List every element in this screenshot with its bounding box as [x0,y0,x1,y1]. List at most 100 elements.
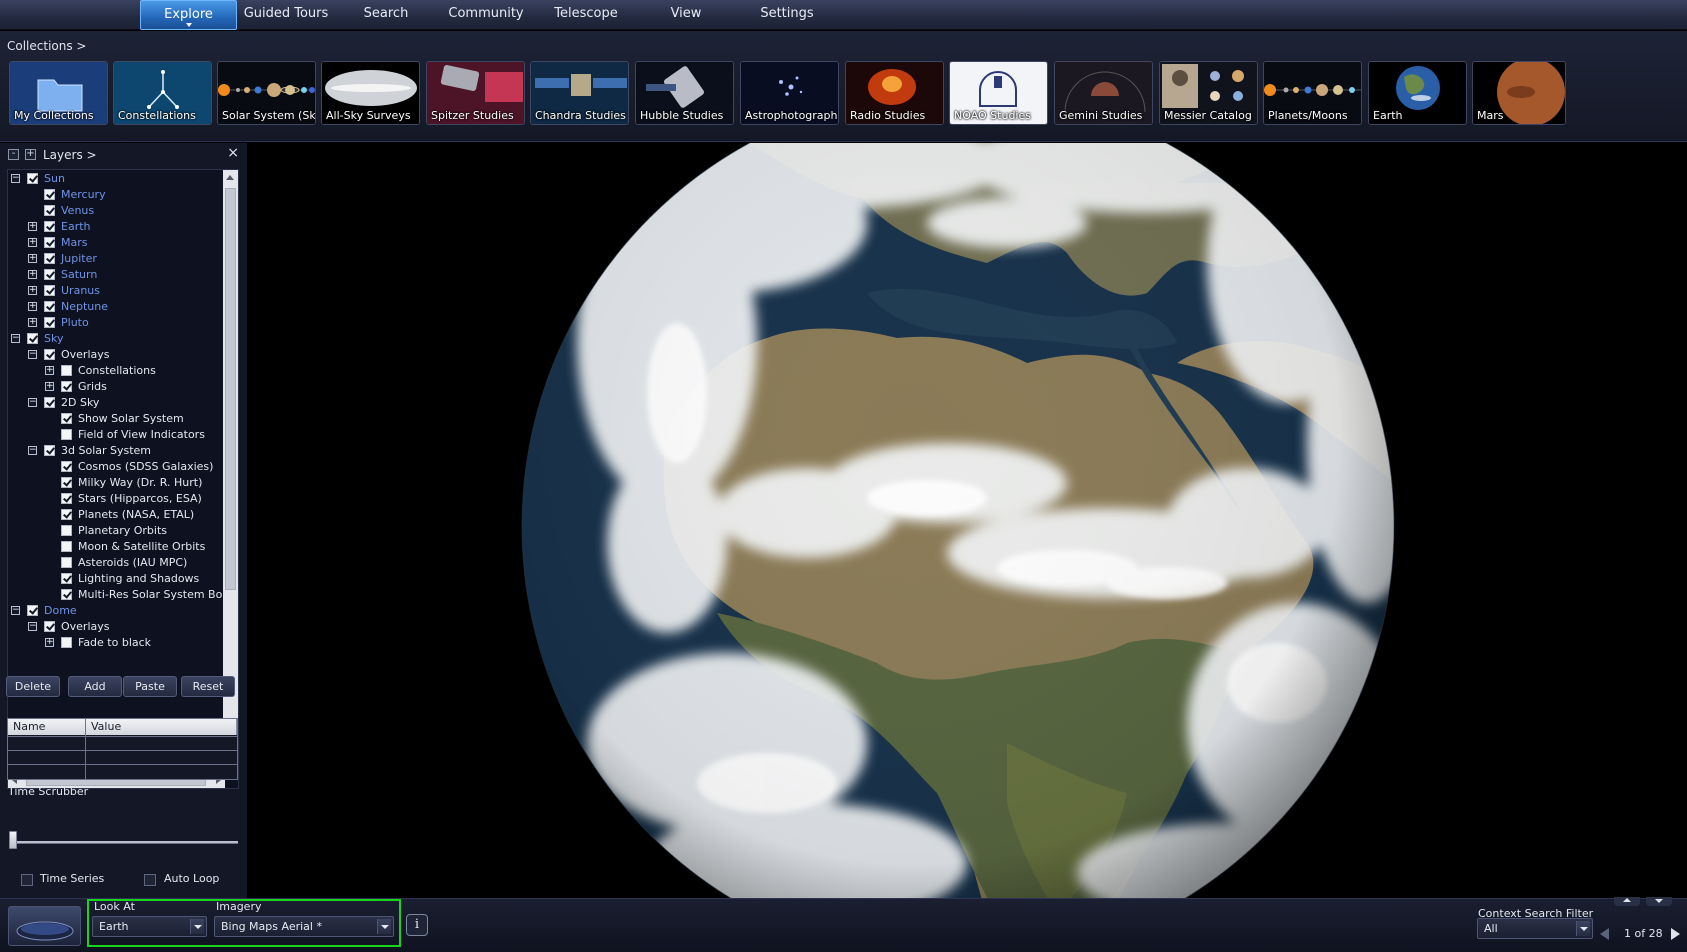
collection-gemini-studies[interactable]: Gemini Studies [1054,61,1153,125]
layer-checkbox[interactable] [61,541,72,552]
context-filter-dropdown[interactable]: All [1477,918,1593,939]
collection-chandra-studies[interactable]: Chandra Studies [530,61,629,125]
collapse-icon[interactable]: − [28,446,37,455]
expand-icon[interactable]: + [28,238,37,247]
layer-row[interactable]: − Overlays [8,619,222,635]
collection-earth[interactable]: Earth [1368,61,1467,125]
layer-label[interactable]: Dome [44,603,77,619]
layer-label[interactable]: Pluto [61,315,89,331]
layer-row[interactable]: + Jupiter [8,251,222,267]
layer-checkbox[interactable] [61,365,72,376]
time-scrubber-thumb[interactable] [9,831,17,849]
layer-row[interactable]: − Sky [8,331,222,347]
layer-checkbox[interactable] [44,253,55,264]
sky-viewport[interactable] [247,143,1687,898]
collapse-icon[interactable]: − [11,334,20,343]
collection-astrophotography[interactable]: Astrophotography [740,61,839,125]
layer-row[interactable]: + Mars [8,235,222,251]
layer-label[interactable]: Show Solar System [78,411,184,427]
layer-label[interactable]: Planetary Orbits [78,523,167,539]
layer-row[interactable]: Venus [8,203,222,219]
collection-hubble-studies[interactable]: Hubble Studies [635,61,734,125]
layer-checkbox[interactable] [44,237,55,248]
layer-checkbox[interactable] [44,285,55,296]
layer-checkbox[interactable] [44,189,55,200]
add-button[interactable]: Add [68,676,122,697]
layer-label[interactable]: Overlays [61,619,110,635]
menu-settings[interactable]: Settings [756,0,818,30]
layer-label[interactable]: 2D Sky [61,395,99,411]
expand-icon[interactable]: + [28,254,37,263]
layer-label[interactable]: Asteroids (IAU MPC) [78,555,187,571]
layer-checkbox[interactable] [44,317,55,328]
menu-search[interactable]: Search [352,0,420,30]
layer-label[interactable]: Grids [78,379,107,395]
collapse-icon[interactable]: − [11,606,20,615]
layer-checkbox[interactable] [61,493,72,504]
collection-noao-studies[interactable]: NOAO Studies [949,61,1048,125]
current-view-thumbnail[interactable] [8,906,81,946]
layer-label[interactable]: Field of View Indicators [78,427,205,443]
layer-label[interactable]: Stars (Hipparcos, ESA) [78,491,202,507]
layer-label[interactable]: Sky [44,331,63,347]
collection-constellations[interactable]: Constellations [113,61,212,125]
layer-row[interactable]: − Sun [8,171,222,187]
collection-messier-catalog[interactable]: Messier Catalog [1159,61,1258,125]
menu-telescope[interactable]: Telescope [546,0,626,30]
collection-mars[interactable]: Mars [1472,61,1566,125]
expand-icon[interactable]: + [28,318,37,327]
expand-icon[interactable]: + [28,302,37,311]
layer-checkbox[interactable] [44,445,55,456]
column-header-name[interactable]: Name [8,719,86,735]
collapse-all-button[interactable]: - [8,149,19,160]
expand-icon[interactable]: + [45,638,54,647]
layer-checkbox[interactable] [44,205,55,216]
layer-row[interactable]: − 3d Solar System [8,443,222,459]
layer-label[interactable]: 3d Solar System [61,443,151,459]
layer-label[interactable]: Constellations [78,363,156,379]
layer-row[interactable]: Asteroids (IAU MPC) [8,555,222,571]
layer-label[interactable]: Jupiter [61,251,97,267]
layer-row[interactable]: Stars (Hipparcos, ESA) [8,491,222,507]
chevron-down-icon[interactable] [190,919,204,934]
reset-button[interactable]: Reset [181,676,235,697]
layer-checkbox[interactable] [61,477,72,488]
expand-icon[interactable]: + [45,382,54,391]
scroll-down-button[interactable] [1646,897,1672,906]
layer-checkbox[interactable] [44,621,55,632]
layer-label[interactable]: Fade to black [78,635,151,651]
expand-icon[interactable]: + [28,222,37,231]
chevron-down-icon[interactable] [377,919,391,934]
layer-row[interactable]: − Overlays [8,347,222,363]
layer-row[interactable]: + Grids [8,379,222,395]
collection-solar-system-sky[interactable]: Solar System (Sky) [217,61,316,125]
layer-checkbox[interactable] [61,461,72,472]
layer-checkbox[interactable] [44,349,55,360]
layer-label[interactable]: Venus [61,203,94,219]
collection-my-collections[interactable]: My Collections [9,61,108,125]
collapse-icon[interactable]: − [28,350,37,359]
previous-page-icon[interactable] [1600,928,1609,940]
layer-checkbox[interactable] [61,509,72,520]
table-row[interactable] [8,750,237,751]
collapse-icon[interactable]: − [28,398,37,407]
layer-row[interactable]: + Saturn [8,267,222,283]
layer-row[interactable]: + Earth [8,219,222,235]
layer-row[interactable]: − 2D Sky [8,395,222,411]
layer-row[interactable]: Lighting and Shadows [8,571,222,587]
layer-checkbox[interactable] [44,397,55,408]
layer-checkbox[interactable] [61,573,72,584]
collections-breadcrumb[interactable]: Collections > [7,39,86,53]
collapse-icon[interactable]: − [11,174,20,183]
collection-all-sky-surveys[interactable]: All-Sky Surveys [321,61,420,125]
layer-label[interactable]: Uranus [61,283,100,299]
info-icon[interactable]: i [406,914,428,936]
layer-row[interactable]: + Constellations [8,363,222,379]
layer-row[interactable]: Multi-Res Solar System Bodies [8,587,238,603]
layer-label[interactable]: Planets (NASA, ETAL) [78,507,194,523]
expand-all-button[interactable]: + [25,149,36,160]
layers-title[interactable]: Layers > [43,148,97,162]
expand-icon[interactable]: + [45,366,54,375]
scroll-up-icon[interactable] [226,175,234,180]
layer-row[interactable]: Mercury [8,187,222,203]
